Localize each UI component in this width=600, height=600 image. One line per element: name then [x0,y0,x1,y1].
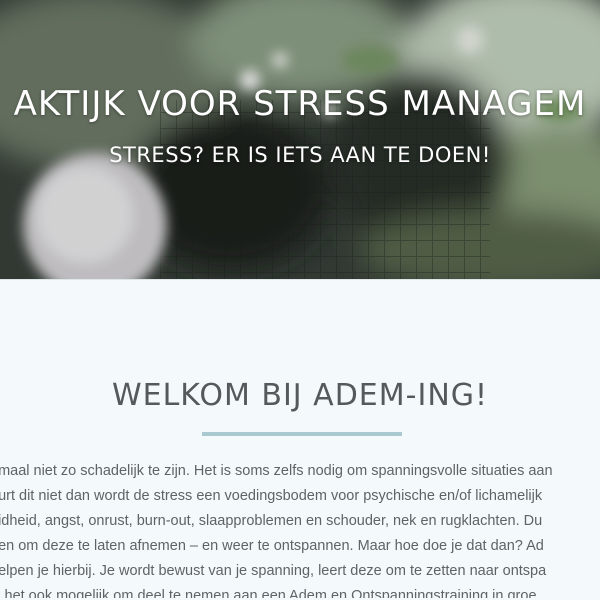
hero-banner: AKTIJK VOOR STRESS MANAGEM STRESS? ER IS… [0,0,600,279]
paragraph-line: emaal niet zo schadelijk te zijn. Het is… [0,463,553,479]
welcome-heading: WELKOM BIJ ADEM-ING! [111,378,489,413]
heading-underline [202,432,402,436]
hero-subtitle: STRESS? ER IS IETS AAN TE DOEN! [109,143,491,167]
intro-paragraph: emaal niet zo schadelijk te zijn. Het is… [0,459,600,598]
hero-title: AKTIJK VOOR STRESS MANAGEM [13,84,587,124]
section-divider [0,279,600,280]
paragraph-line: helpen je hierbij. Je wordt bewust van j… [0,563,547,579]
hero-background-image [0,0,600,279]
paragraph-line: eurt dit niet dan wordt de stress een vo… [0,488,543,504]
paragraph-line: eidheid, angst, onrust, burn-out, slaapp… [0,513,543,529]
paragraph-line: oen om deze te laten afnemen – en weer t… [0,538,544,554]
paragraph-line: is het ook mogelijk om deel te nemen aan… [0,588,537,598]
